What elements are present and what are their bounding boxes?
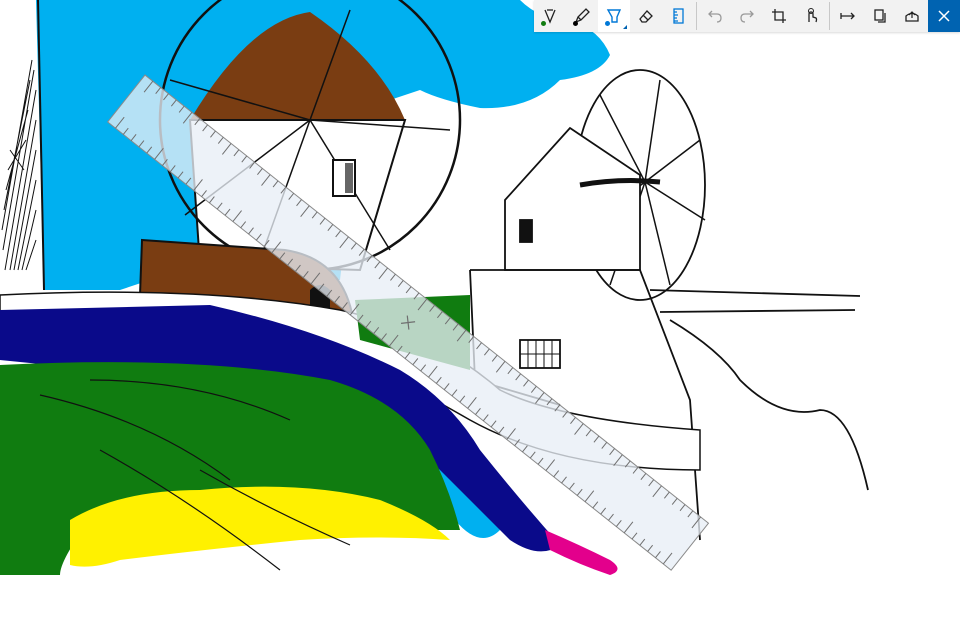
highlighter-color-swatch bbox=[605, 21, 610, 26]
ruler-icon bbox=[673, 8, 684, 24]
ruler-button[interactable] bbox=[662, 0, 694, 32]
share-icon bbox=[905, 11, 919, 22]
crop-button[interactable] bbox=[763, 0, 795, 32]
undo-icon bbox=[708, 10, 722, 23]
magenta-stroke bbox=[545, 530, 618, 575]
share-button[interactable] bbox=[896, 0, 928, 32]
drawing-canvas[interactable] bbox=[0, 0, 960, 642]
ballpoint-pen-button[interactable] bbox=[534, 0, 566, 32]
pen-color-swatch bbox=[541, 21, 546, 26]
undo-button[interactable] bbox=[699, 0, 731, 32]
eraser-button[interactable] bbox=[630, 0, 662, 32]
pencil-button[interactable] bbox=[566, 0, 598, 32]
left-hatching bbox=[1, 59, 37, 271]
close-button[interactable] bbox=[928, 0, 960, 32]
redo-icon bbox=[740, 10, 754, 23]
toolbar-separator bbox=[696, 2, 697, 30]
copy-button[interactable] bbox=[864, 0, 896, 32]
crop-icon bbox=[772, 9, 786, 23]
toolbar-separator bbox=[829, 2, 830, 30]
highlighter-button[interactable] bbox=[598, 0, 630, 32]
ink-toolbar bbox=[534, 0, 960, 32]
pencil-color-swatch bbox=[573, 21, 578, 26]
eraser-icon bbox=[639, 10, 653, 23]
save-icon bbox=[840, 12, 855, 20]
touch-writing-button[interactable] bbox=[795, 0, 827, 32]
close-icon bbox=[938, 10, 950, 22]
touch-writing-icon bbox=[808, 8, 818, 23]
save-button[interactable] bbox=[832, 0, 864, 32]
redo-button[interactable] bbox=[731, 0, 763, 32]
copy-icon bbox=[874, 9, 886, 23]
